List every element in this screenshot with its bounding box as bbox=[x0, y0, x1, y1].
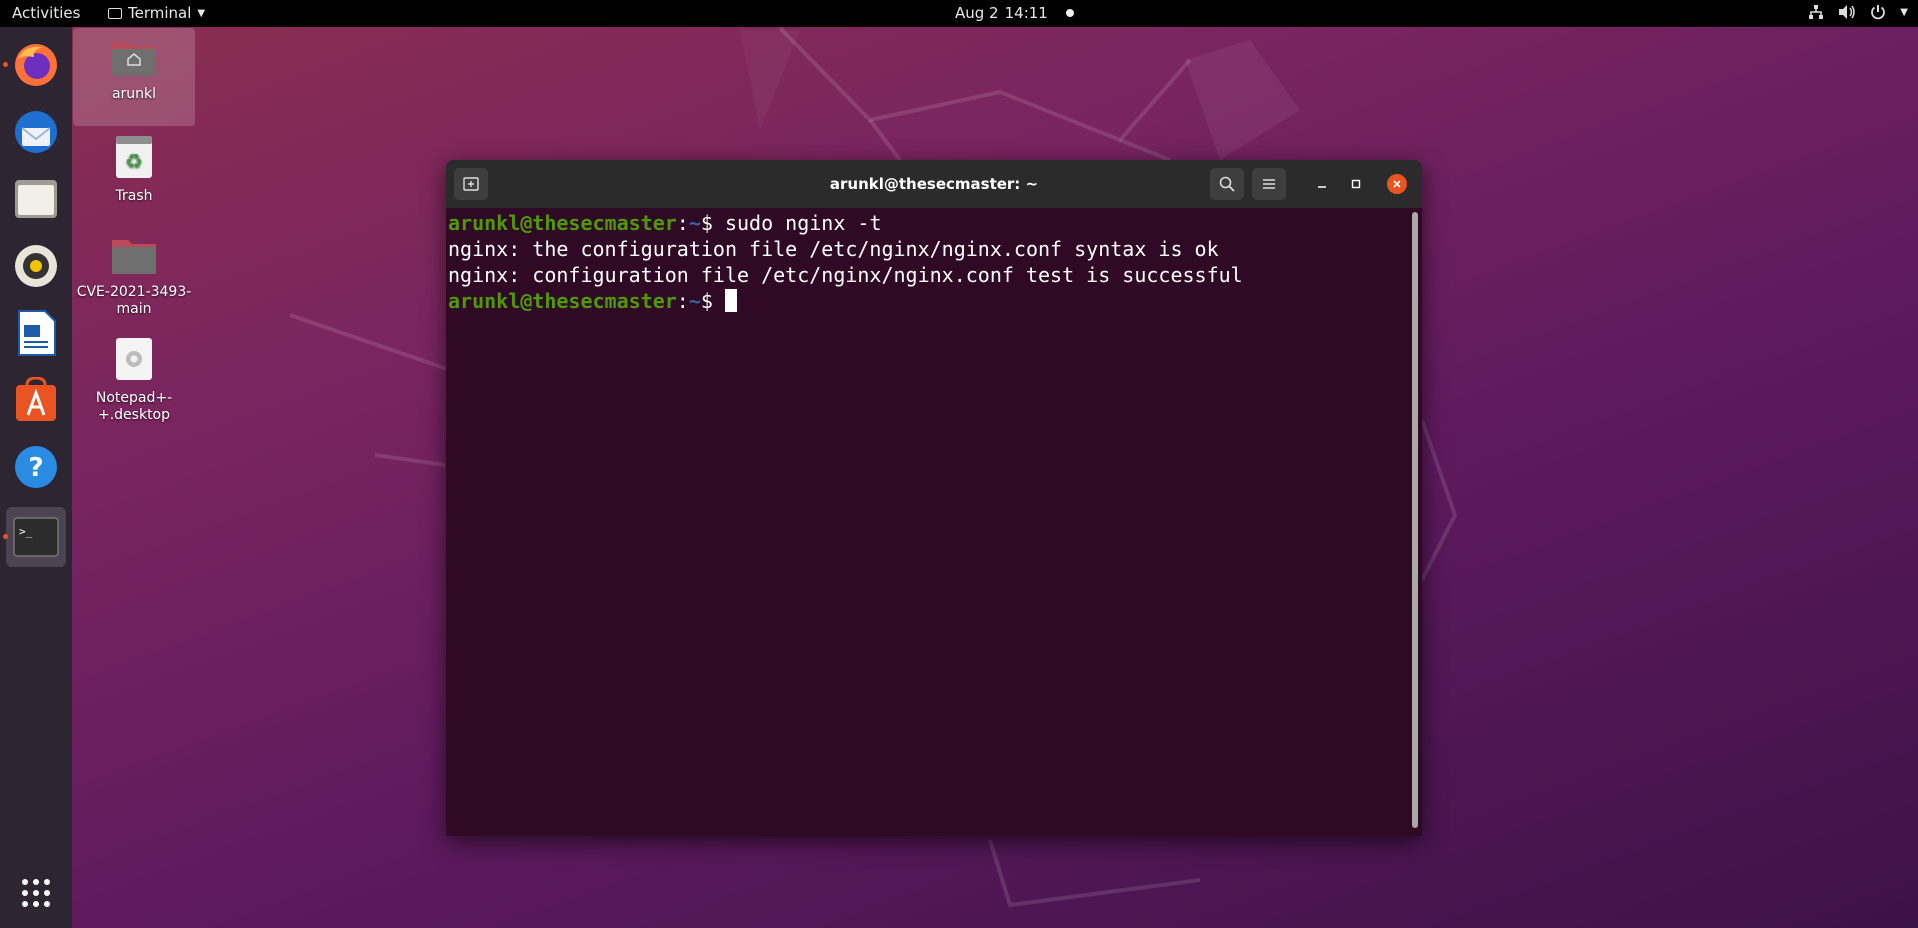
dock-item-rhythmbox[interactable] bbox=[6, 236, 66, 296]
terminal-titlebar[interactable]: arunkl@thesecmaster: ~ bbox=[446, 160, 1422, 208]
minimize-icon bbox=[1318, 186, 1326, 188]
desktop-icon-label: Trash bbox=[115, 188, 153, 204]
activities-button[interactable]: Activities bbox=[12, 4, 80, 22]
clock[interactable]: Aug 2 14:11 bbox=[955, 4, 1074, 22]
maximize-button[interactable] bbox=[1346, 174, 1366, 194]
help-icon: ? bbox=[15, 446, 57, 488]
firefox-icon bbox=[15, 44, 57, 86]
desktop-icon-cve-folder[interactable]: CVE-2021-3493- main bbox=[73, 236, 195, 318]
terminal-mini-icon bbox=[108, 7, 122, 19]
volume-icon bbox=[1839, 5, 1856, 19]
desktop-icon-label-line: +.desktop bbox=[97, 407, 171, 423]
prompt-symbol: $ bbox=[700, 289, 713, 313]
close-button[interactable] bbox=[1387, 174, 1407, 194]
top-bar: Activities Terminal ▼ Aug 2 14:11 ▼ bbox=[0, 0, 1918, 27]
prompt-user: arunkl@thesecmaster bbox=[448, 211, 677, 235]
command-text bbox=[713, 289, 725, 313]
terminal-line: nginx: the configuration file /etc/nginx… bbox=[448, 237, 1219, 261]
clock-date: Aug 2 bbox=[955, 4, 999, 22]
minimize-button[interactable] bbox=[1312, 174, 1332, 194]
svg-text:?: ? bbox=[28, 453, 43, 483]
hamburger-menu-icon bbox=[1263, 179, 1275, 189]
terminal-output[interactable]: arunkl@thesecmaster:~$ sudo nginx -t ngin… bbox=[446, 208, 1406, 836]
desktop-icon-label: CVE-2021-3493- main bbox=[73, 284, 195, 318]
desktop-icon-notepad[interactable]: Notepad+- +.desktop bbox=[73, 336, 195, 424]
software-icon bbox=[16, 377, 56, 421]
command-text: sudo nginx -t bbox=[712, 211, 882, 235]
grid-icon bbox=[22, 879, 50, 907]
app-menu[interactable]: Terminal ▼ bbox=[108, 4, 205, 22]
terminal-icon: >_ bbox=[13, 517, 59, 557]
prompt-path: ~ bbox=[688, 211, 701, 235]
notification-dot-icon bbox=[1065, 9, 1074, 17]
running-indicator bbox=[3, 534, 8, 539]
dock-item-terminal[interactable]: >_ bbox=[6, 507, 66, 567]
power-icon bbox=[1871, 5, 1886, 20]
terminal-line: arunkl@thesecmaster:~$ sudo nginx -t bbox=[448, 210, 1406, 236]
desktop-icon-home[interactable]: arunkl bbox=[73, 28, 195, 126]
prompt-separator: : bbox=[676, 289, 689, 313]
dock-item-thunderbird[interactable] bbox=[6, 102, 66, 162]
desktop-icon-label-line: main bbox=[116, 301, 152, 317]
scrollbar[interactable] bbox=[1412, 212, 1418, 828]
thunderbird-icon bbox=[15, 111, 57, 153]
rhythmbox-icon bbox=[15, 245, 57, 287]
prompt-symbol: $ bbox=[700, 211, 713, 235]
desktop-file-icon bbox=[116, 338, 152, 380]
home-folder-icon bbox=[112, 42, 156, 76]
dock: ? >_ bbox=[0, 27, 72, 928]
menu-button[interactable] bbox=[1252, 168, 1286, 200]
desktop-icon-label: Notepad+- +.desktop bbox=[73, 390, 195, 424]
app-menu-label: Terminal bbox=[128, 4, 192, 22]
folder-icon bbox=[112, 240, 156, 274]
search-button[interactable] bbox=[1210, 168, 1244, 200]
prompt-path: ~ bbox=[688, 289, 701, 313]
trash-icon: ♻ bbox=[116, 136, 152, 178]
text-cursor bbox=[724, 289, 737, 312]
running-indicator bbox=[3, 62, 8, 67]
desktop-icon-label: arunkl bbox=[111, 86, 157, 102]
network-icon bbox=[1809, 5, 1824, 19]
dock-item-help[interactable]: ? bbox=[6, 437, 66, 497]
dock-item-writer[interactable] bbox=[6, 303, 66, 363]
terminal-line: nginx: configuration file /etc/nginx/ngi… bbox=[448, 263, 1243, 287]
dock-item-software[interactable] bbox=[6, 370, 66, 430]
prompt-separator: : bbox=[676, 211, 689, 235]
dock-item-firefox[interactable] bbox=[6, 35, 66, 95]
clock-time: 14:11 bbox=[1004, 4, 1048, 22]
maximize-icon bbox=[1351, 179, 1361, 189]
show-apps-button[interactable] bbox=[6, 863, 66, 923]
chevron-down-icon: ▼ bbox=[197, 7, 206, 19]
svg-text:♻: ♻ bbox=[125, 149, 143, 173]
close-icon bbox=[1393, 180, 1401, 188]
terminal-window[interactable]: arunkl@thesecmaster: ~ arunkl@thesecmast… bbox=[446, 160, 1422, 836]
search-icon bbox=[1219, 176, 1235, 192]
writer-icon bbox=[18, 310, 56, 356]
dock-item-files[interactable] bbox=[6, 169, 66, 229]
desktop-icon-label-line: CVE-2021-3493- bbox=[76, 284, 192, 300]
terminal-line: arunkl@thesecmaster:~$ bbox=[448, 288, 1406, 314]
system-tray[interactable]: ▼ bbox=[1808, 4, 1908, 20]
files-icon bbox=[15, 180, 57, 218]
desktop-icon-trash[interactable]: ♻ Trash bbox=[73, 134, 195, 205]
prompt-user: arunkl@thesecmaster bbox=[448, 289, 677, 313]
chevron-down-icon: ▼ bbox=[1900, 6, 1908, 18]
svg-text:>_: >_ bbox=[19, 525, 33, 538]
desktop-icon-label-line: Notepad+- bbox=[95, 390, 173, 406]
